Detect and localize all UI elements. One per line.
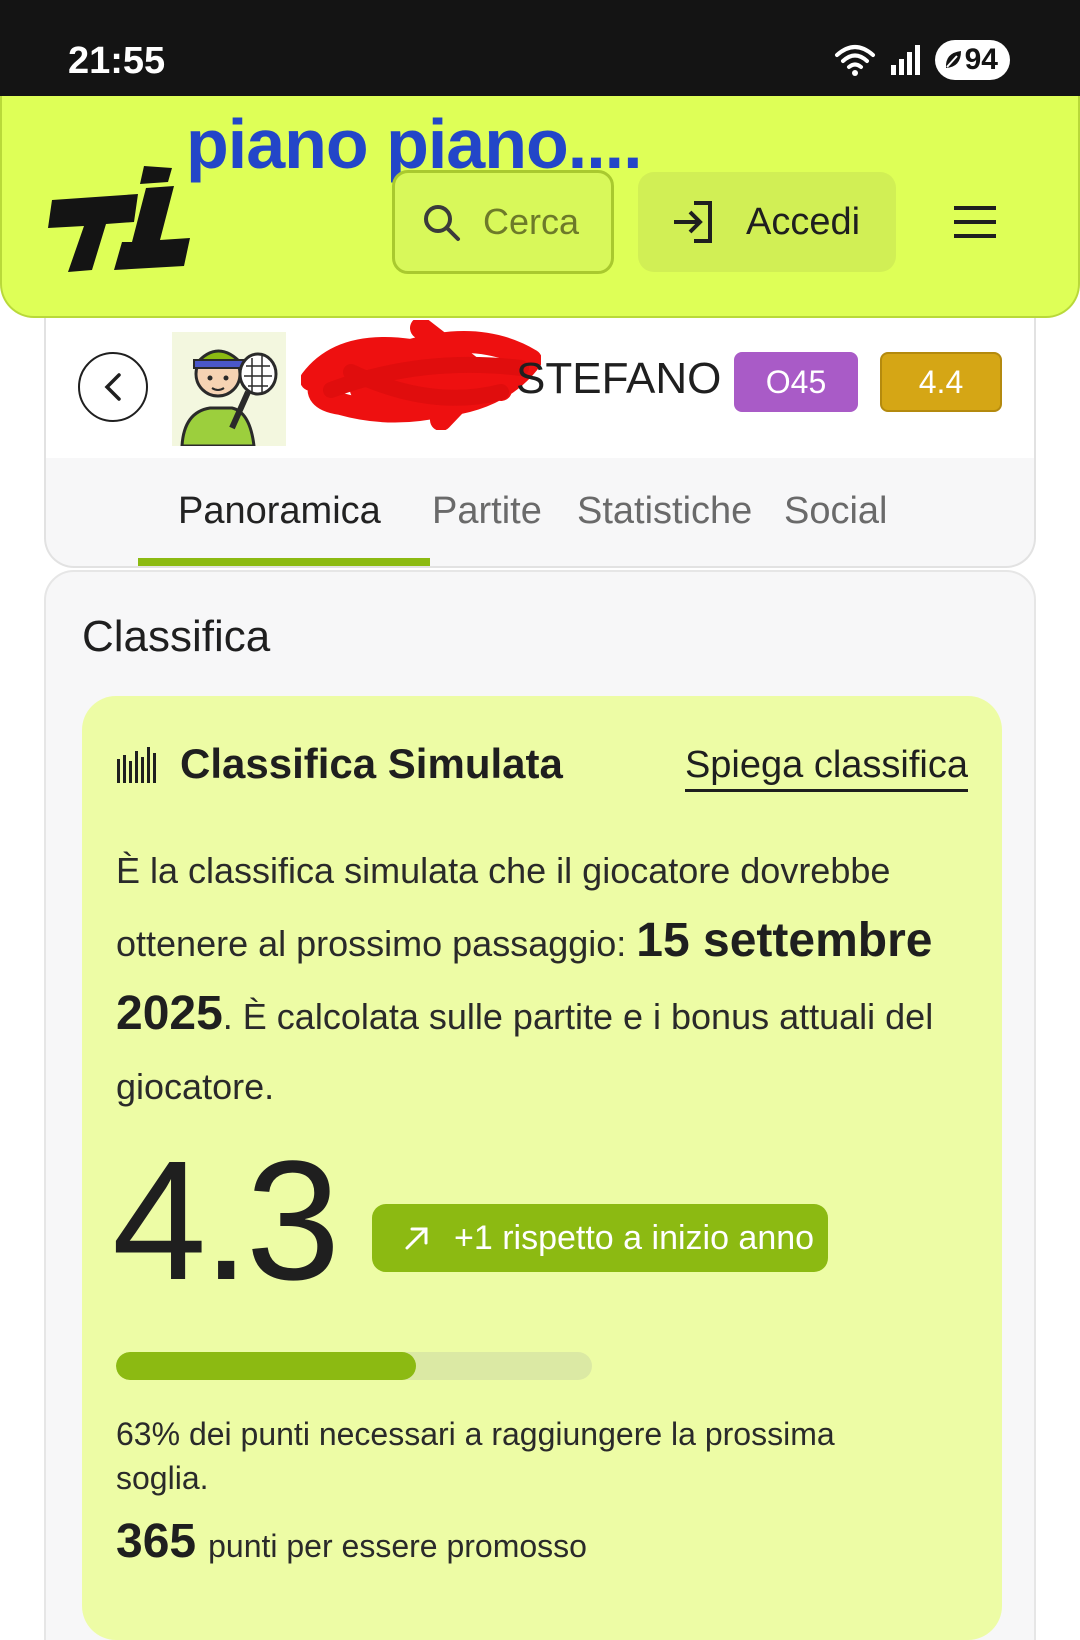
login-button[interactable]: Accedi [638,172,896,272]
simulated-ranking-header: Classifica Simulata [116,740,563,788]
simulated-score: 4.3 [112,1126,340,1316]
ranking-badge: 4.4 [880,352,1002,412]
status-bar: 21:55 94 [0,0,1080,100]
search-placeholder: Cerca [483,201,580,242]
site-header: piano piano.... Cerca Accedi [0,96,1080,318]
status-time: 21:55 [68,40,166,82]
threshold-progress-fill [116,1352,416,1380]
promotion-points-text: punti per essere promosso [208,1528,587,1564]
menu-icon[interactable] [952,204,998,240]
description-outro: . È calcolata sulle partite e i bonus at… [116,996,934,1107]
player-name: STEFANO [516,354,722,403]
player-header: STEFANO O45 4.4 [46,300,1034,458]
login-label: Accedi [746,200,861,243]
tab-panoramica[interactable]: Panoramica [178,490,381,533]
profile-tabs: Panoramica Partite Statistiche Social [46,458,1034,566]
arrow-up-right-icon [405,1227,428,1250]
search-icon [424,205,460,241]
active-tab-indicator [138,558,430,566]
login-icon [674,201,712,243]
tab-statistiche[interactable]: Statistiche [577,490,752,533]
promotion-points: 365 punti per essere promosso [116,1514,587,1569]
battery-level: 94 [964,43,998,76]
explain-ranking-link[interactable]: Spiega classifica [684,744,968,792]
section-title: Classifica [82,612,271,661]
promotion-points-number: 365 [116,1515,197,1568]
battery-icon: 94 [934,40,1010,80]
search-input[interactable]: Cerca [392,170,614,274]
bar-chart-icon [117,747,156,783]
threshold-progress-bar [116,1352,592,1380]
chevron-left-icon [104,373,121,401]
wifi-icon [834,45,875,76]
signal-icon [890,45,920,75]
tab-partite[interactable]: Partite [432,490,542,533]
simulated-ranking-title: Classifica Simulata [180,740,563,787]
threshold-progress-text: 63% dei punti necessari a raggiungere la… [116,1416,835,1496]
ti-logo[interactable] [48,166,190,274]
status-icons: 94 [833,40,1010,80]
leaf-icon [945,51,961,68]
yearly-change-badge: +1 rispetto a inizio anno [372,1204,828,1272]
simulated-ranking-card: Classifica Simulata Spiega classifica È … [82,696,1002,1640]
category-badge: O45 [734,352,858,412]
player-profile-card: STEFANO O45 4.4 Panoramica Partite Stati… [44,300,1036,568]
yearly-change-text: +1 rispetto a inizio anno [454,1218,815,1257]
ranking-section: Classifica Classifica Simulata Spiega cl… [44,570,1036,1640]
redaction-scribble [301,320,541,430]
player-avatar [172,332,286,446]
tab-social[interactable]: Social [784,490,888,533]
simulated-ranking-description: È la classifica simulata che il giocator… [116,836,976,1122]
back-button[interactable] [78,352,148,422]
